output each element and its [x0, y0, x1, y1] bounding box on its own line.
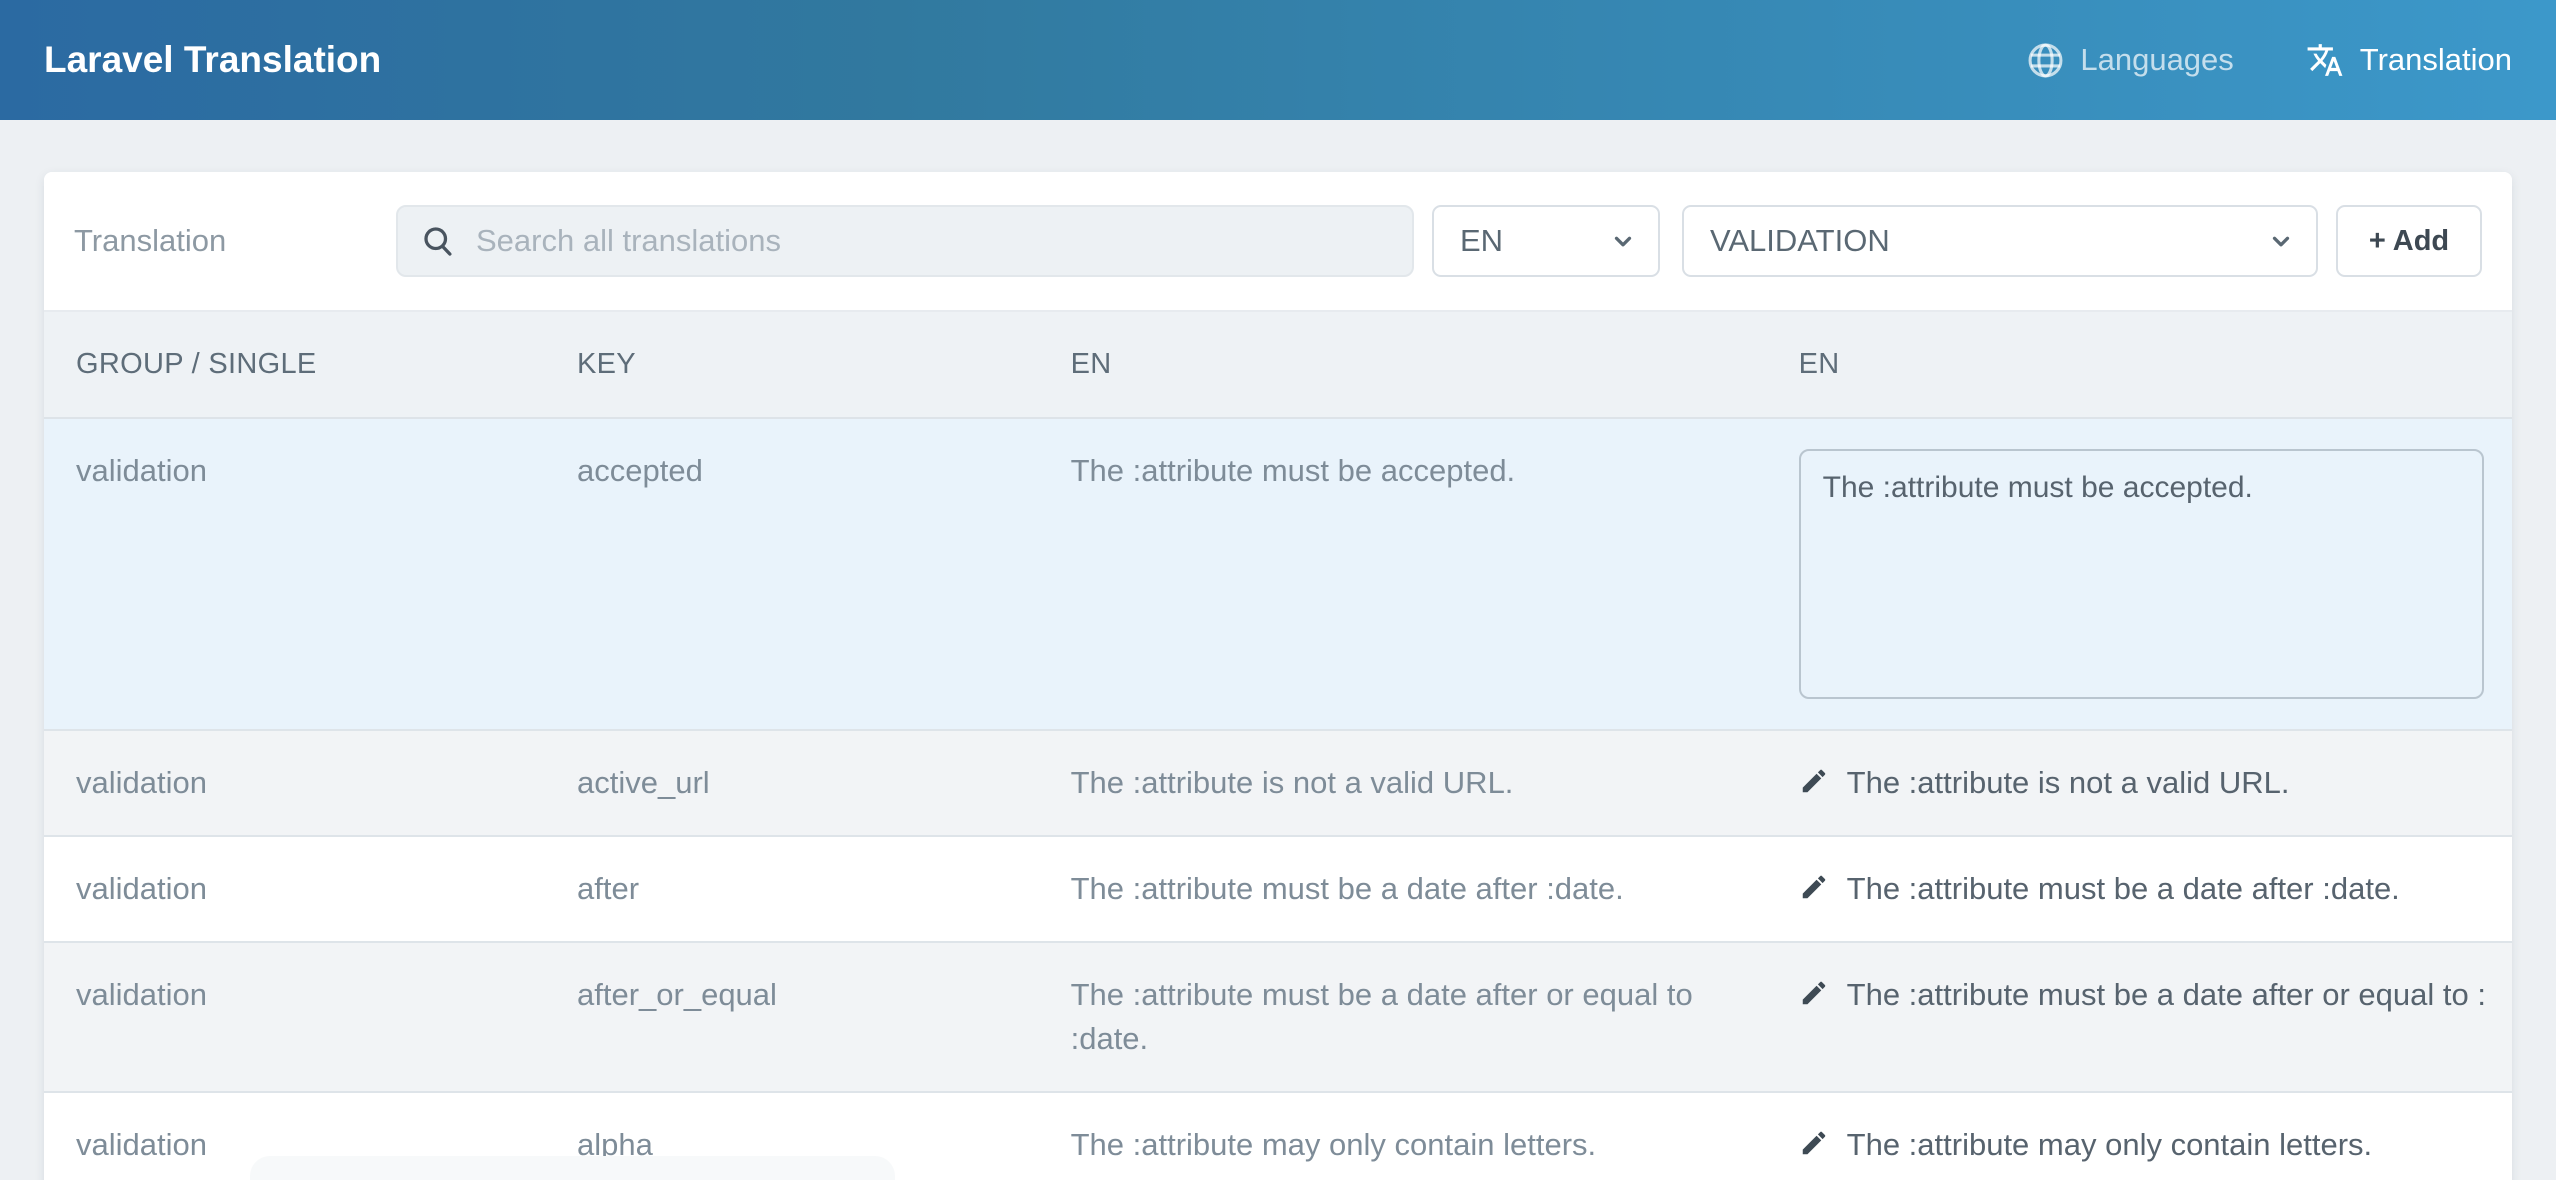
translation-text: The :attribute must be a date after :dat… [1847, 867, 2400, 911]
translation-text: The :attribute may only contain letters. [1847, 1123, 2373, 1167]
cell-translation: The :attribute must be accepted. The :at… [1767, 418, 2512, 730]
globe-icon [2027, 42, 2064, 79]
header-key: KEY [545, 312, 1039, 418]
cell-source-text: The :attribute must be accepted. [1039, 418, 1767, 730]
cell-group: validation [44, 418, 545, 730]
translation-text: The :attribute is not a valid URL. [1847, 761, 2290, 805]
group-select-value: VALIDATION [1710, 223, 1890, 259]
card-title: Translation [74, 223, 396, 259]
cell-translation: The :attribute must be a date after :dat… [1767, 836, 2512, 942]
cell-translation: The :attribute must be a date after or e… [1767, 942, 2512, 1092]
translation-text: The :attribute must be a date after or e… [1847, 973, 2484, 1017]
edit-pencil-icon [1799, 1123, 1829, 1158]
translate-icon [2306, 41, 2344, 79]
cell-key: after [545, 836, 1039, 942]
chevron-down-icon [2268, 228, 2294, 254]
cell-key: accepted [545, 418, 1039, 730]
group-select[interactable]: VALIDATION [1682, 205, 2318, 277]
language-select-value: EN [1460, 223, 1503, 259]
toolbar: Translation EN VALIDATION [44, 172, 2512, 312]
nav-item-label: Translation [2360, 42, 2512, 78]
header-target-locale: EN [1767, 312, 2512, 418]
cell-translation: The :attribute may only contain letters.… [1767, 1092, 2512, 1180]
cell-group: validation [44, 942, 545, 1092]
cell-source-text: The :attribute may only contain letters. [1039, 1092, 1767, 1180]
search-icon [420, 223, 456, 259]
app-title[interactable]: Laravel Translation [44, 39, 381, 81]
cell-source-text: The :attribute must be a date after :dat… [1039, 836, 1767, 942]
nav-item-translation[interactable]: Translation [2306, 41, 2512, 79]
cell-key: after_or_equal [545, 942, 1039, 1092]
translation-card: Translation EN VALIDATION [44, 172, 2512, 1180]
search-box [396, 205, 1414, 277]
tooltip-partial [250, 1156, 895, 1180]
translation-view[interactable]: The :attribute must be a date after or e… [1799, 973, 2484, 1017]
cell-translation: The :attribute is not a valid URL. The :… [1767, 730, 2512, 836]
cell-source-text: The :attribute must be a date after or e… [1039, 942, 1767, 1092]
nav-item-languages[interactable]: Languages [2027, 42, 2233, 79]
chevron-down-icon [1610, 228, 1636, 254]
navbar-menu: Languages Translation [2027, 41, 2512, 79]
nav-item-label: Languages [2080, 42, 2233, 78]
table-row: validation active_url The :attribute is … [44, 730, 2512, 836]
cell-group: validation [44, 836, 545, 942]
cell-key: active_url [545, 730, 1039, 836]
table-row: validation after_or_equal The :attribute… [44, 942, 2512, 1092]
translation-view[interactable]: The :attribute may only contain letters. [1799, 1123, 2484, 1167]
header-group-single: GROUP / SINGLE [44, 312, 545, 418]
translations-table: GROUP / SINGLE KEY EN EN validation acce… [44, 312, 2512, 1180]
translation-view[interactable]: The :attribute must be a date after :dat… [1799, 867, 2484, 911]
edit-pencil-icon [1799, 867, 1829, 902]
edit-pencil-icon [1799, 973, 1829, 1008]
cell-source-text: The :attribute is not a valid URL. [1039, 730, 1767, 836]
table-row: validation after The :attribute must be … [44, 836, 2512, 942]
translation-view[interactable]: The :attribute is not a valid URL. [1799, 761, 2484, 805]
cell-group: validation [44, 730, 545, 836]
add-button[interactable]: + Add [2336, 205, 2482, 277]
language-select[interactable]: EN [1432, 205, 1660, 277]
header-source-locale: EN [1039, 312, 1767, 418]
edit-pencil-icon [1799, 761, 1829, 796]
translation-editor[interactable]: The :attribute must be accepted. [1799, 449, 2484, 699]
table-row: validation accepted The :attribute must … [44, 418, 2512, 730]
navbar: Laravel Translation Languages Translatio… [0, 0, 2556, 120]
table-header-row: GROUP / SINGLE KEY EN EN [44, 312, 2512, 418]
search-input[interactable] [476, 223, 1390, 259]
